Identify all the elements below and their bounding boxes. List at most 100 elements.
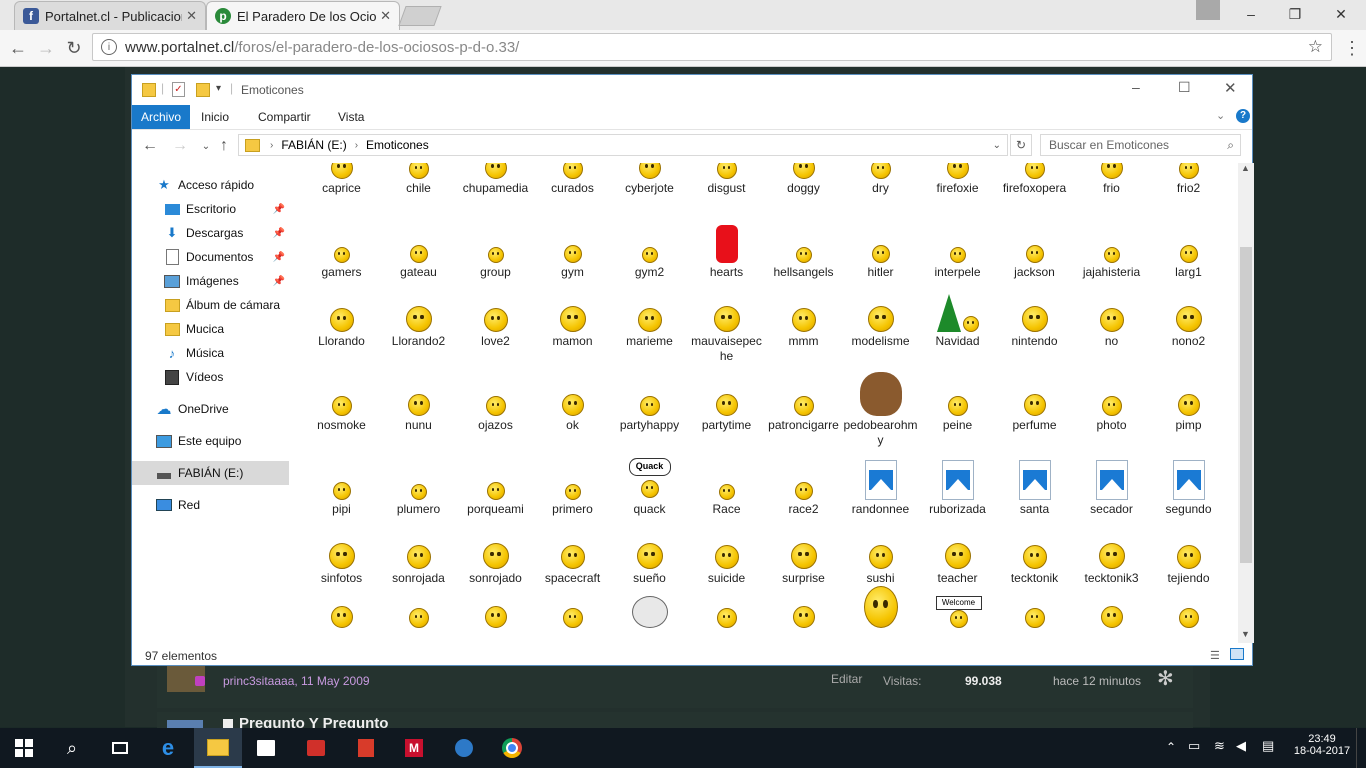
help-icon[interactable]: ? [1236,109,1250,123]
file-item[interactable]: pipi [303,480,380,517]
file-item[interactable]: primero [534,480,611,517]
bookmark-star-icon[interactable]: ☆ [1308,37,1323,57]
file-item[interactable]: firefoxie [919,163,996,196]
file-item[interactable]: spacecraft [534,545,611,586]
sidebar-item-red[interactable]: Red [132,493,289,517]
new-folder-icon[interactable] [196,83,210,97]
file-item[interactable]: mamon [534,306,611,349]
start-button[interactable] [0,728,48,768]
new-tab-button[interactable] [398,6,442,26]
file-item[interactable]: gym [534,243,611,280]
sidebar-item-descargas[interactable]: ⬇ Descargas 📌 [132,221,289,245]
file-item[interactable]: curados [534,163,611,196]
refresh-icon[interactable]: ↻ [1010,134,1032,156]
file-item[interactable]: nono2 [1150,306,1227,349]
vertical-scrollbar[interactable]: ▲ ▼ [1238,163,1254,643]
tab-archivo[interactable]: Archivo [132,105,191,129]
file-item[interactable]: jackson [996,243,1073,280]
info-icon[interactable]: i [101,39,117,55]
store-icon[interactable] [242,728,290,768]
file-item[interactable]: caprice [303,163,380,196]
file-item[interactable]: suicide [688,545,765,586]
back-arrow-icon[interactable]: ← [138,134,162,158]
file-item[interactable] [534,608,611,628]
file-item[interactable]: mauvaisepeche [688,306,765,364]
close-window-icon[interactable]: ✕ [1318,0,1364,28]
file-item[interactable]: larg1 [1150,243,1227,280]
file-item[interactable]: sinfotos [303,543,380,586]
file-item[interactable]: frio2 [1150,163,1227,196]
file-item[interactable]: surprise [765,543,842,586]
pin-icon[interactable]: 📌 [273,276,285,287]
chrome-icon[interactable] [488,728,536,768]
file-item[interactable]: Llorando2 [380,306,457,349]
file-item[interactable] [303,606,380,628]
pin-icon[interactable]: 📌 [273,252,285,263]
file-item[interactable] [457,606,534,628]
file-item[interactable]: sonrojada [380,545,457,586]
sidebar-item-escritorio[interactable]: Escritorio 📌 [132,197,289,221]
thread-author[interactable]: princ3sitaaaa, 11 May 2009 [223,674,370,688]
sidebar-item-imagenes[interactable]: Imágenes 📌 [132,269,289,293]
back-arrow-icon[interactable]: ← [6,36,30,60]
details-view-icon[interactable]: ☰ [1210,649,1220,662]
maximize-icon[interactable]: ☐ [1178,79,1191,96]
file-item[interactable]: interpele [919,243,996,280]
forward-arrow-icon[interactable]: → [168,134,192,158]
file-item[interactable]: Navidad [919,288,996,349]
file-item[interactable]: ojazos [457,396,534,433]
file-item[interactable]: nintendo [996,306,1073,349]
file-item[interactable]: teacher [919,543,996,586]
file-item[interactable] [1150,608,1227,628]
file-item[interactable]: hitler [842,243,919,280]
file-item[interactable]: group [457,243,534,280]
minimize-icon[interactable]: – [1228,0,1274,28]
file-item[interactable]: partyhappy [611,396,688,433]
chevron-down-icon[interactable]: ⌄ [993,140,1001,151]
file-item[interactable]: mmm [765,308,842,349]
file-item[interactable]: hellsangels [765,243,842,280]
edge-icon[interactable]: e [144,728,192,768]
file-item[interactable]: porqueami [457,480,534,517]
sidebar-item-videos[interactable]: Vídeos [132,365,289,389]
search-icon[interactable]: ⌕ [1227,138,1234,153]
file-item[interactable]: tejiendo [1150,545,1227,586]
pin-icon[interactable]: 📌 [273,204,285,215]
close-tab-icon[interactable]: ✕ [380,8,391,24]
mcafee-icon[interactable]: M [390,728,438,768]
acrobat-icon[interactable] [342,728,390,768]
file-explorer-taskbar-icon[interactable] [194,728,242,768]
file-item[interactable]: photo [1073,396,1150,433]
file-item[interactable]: randonnee [842,458,919,517]
file-item[interactable]: ok [534,394,611,433]
file-item[interactable]: race2 [765,480,842,517]
file-item[interactable]: chupamedia [457,163,534,196]
sidebar-item-este-equipo[interactable]: Este equipo [132,429,289,453]
large-icons-view-icon[interactable] [1230,648,1244,660]
file-item[interactable] [765,606,842,628]
tab-portalnet-facebook[interactable]: f Portalnet.cl - Publicacion ✕ [14,1,206,30]
sidebar-item-musica[interactable]: ♪ Música [132,341,289,365]
file-item[interactable]: sueño [611,543,688,586]
search-icon[interactable]: ⌕ [48,728,96,768]
file-item[interactable]: firefoxopera [996,163,1073,196]
file-item[interactable]: marieme [611,308,688,349]
file-item[interactable]: ruborizada [919,458,996,517]
address-bar[interactable]: i www.portalnet.cl/foros/el-paradero-de-… [92,33,1332,61]
file-item[interactable]: gateau [380,243,457,280]
breadcrumb[interactable]: › FABIÁN (E:) › Emoticones ⌄ [238,134,1008,156]
file-item[interactable]: disgust [688,163,765,196]
file-item[interactable]: hearts [688,223,765,280]
pin-icon[interactable]: 📌 [273,228,285,239]
expand-ribbon-icon[interactable]: ⌄ [1216,109,1225,122]
file-item[interactable]: pimp [1150,394,1227,433]
up-arrow-icon[interactable]: ↑ [212,134,236,158]
file-item[interactable]: pedobearohmy [842,370,919,448]
scroll-down-icon[interactable]: ▼ [1241,629,1250,639]
sidebar-item-album[interactable]: Álbum de cámara [132,293,289,317]
file-item[interactable]: perfume [996,394,1073,433]
file-item[interactable] [996,608,1073,628]
file-item[interactable]: Welcome [919,596,996,628]
sidebar-item-onedrive[interactable]: ☁ OneDrive [132,397,289,421]
minimize-icon[interactable]: – [1132,79,1140,95]
